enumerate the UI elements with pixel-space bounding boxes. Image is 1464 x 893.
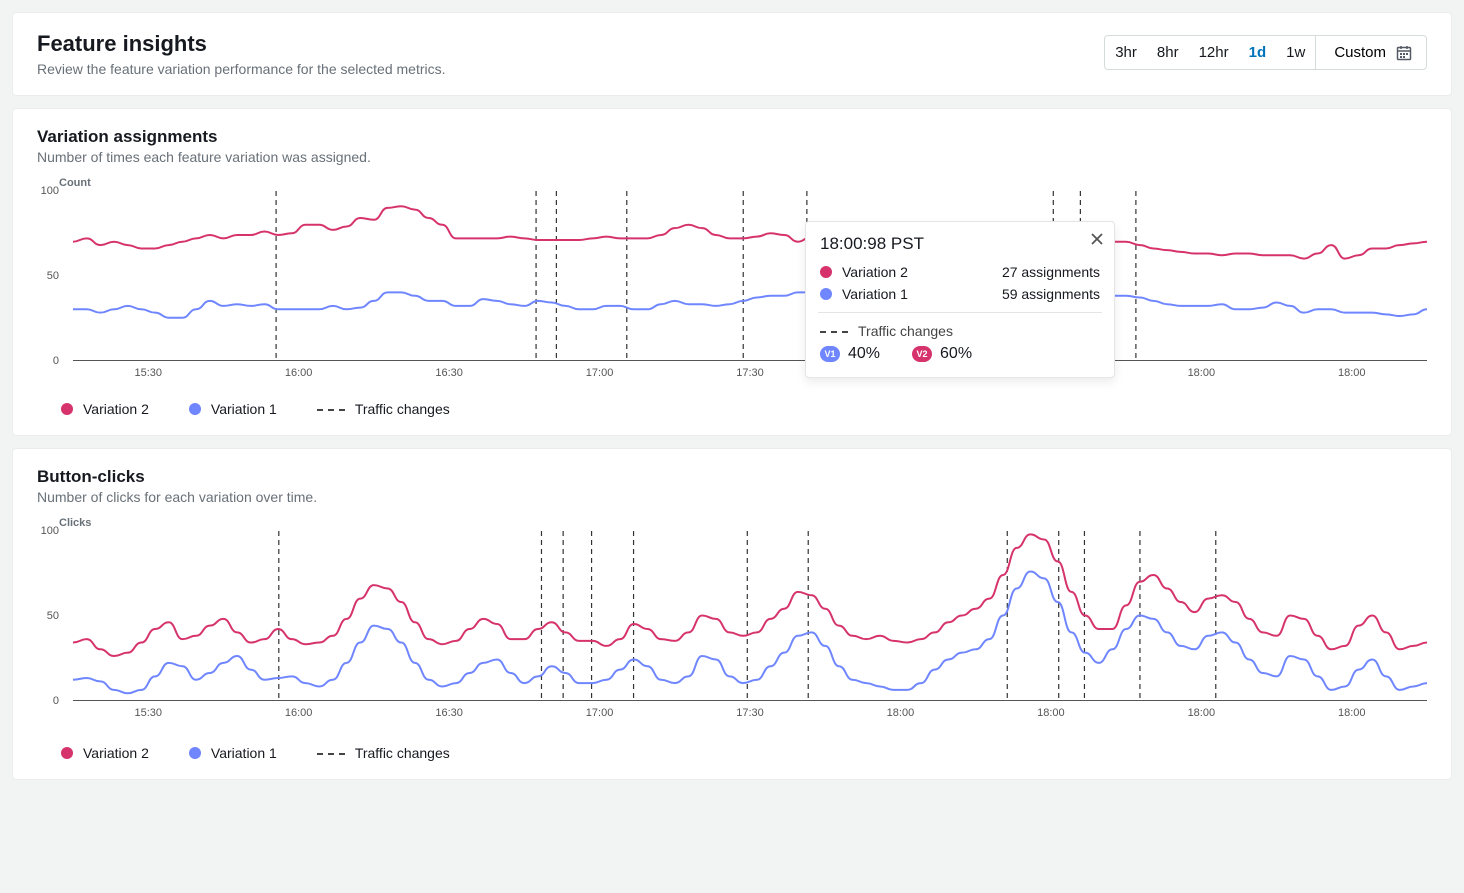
- tooltip-row: Variation 1 59 assignments: [820, 286, 1100, 302]
- range-12hr[interactable]: 12hr: [1189, 36, 1239, 69]
- x-tick: 17:00: [586, 707, 614, 719]
- dash-icon: [317, 746, 345, 760]
- dot-icon: [61, 403, 73, 415]
- x-tick: 18:00: [887, 707, 915, 719]
- tooltip-row: Variation 2 27 assignments: [820, 264, 1100, 280]
- chart-legend: Variation 2 Variation 1 Traffic changes: [13, 735, 1451, 779]
- x-tick: 18:00: [1037, 707, 1065, 719]
- legend-item: Variation 1: [189, 745, 277, 761]
- tooltip-traffic-values: V140% V260%: [820, 345, 1100, 363]
- x-axis: 15:3016:0016:3017:0017:3018:0018:0018:00…: [73, 363, 1427, 383]
- x-tick: 17:30: [736, 707, 764, 719]
- x-tick: 16:30: [435, 707, 463, 719]
- chart-subtitle: Number of times each feature variation w…: [37, 149, 1427, 165]
- range-8hr[interactable]: 8hr: [1147, 36, 1189, 69]
- x-tick: 17:30: [736, 367, 764, 379]
- y-axis: 050100: [37, 191, 59, 361]
- legend-item: Variation 1: [189, 401, 277, 417]
- x-tick: 17:00: [586, 367, 614, 379]
- page-subtitle: Review the feature variation performance…: [37, 61, 446, 77]
- plot-surface: [73, 531, 1427, 701]
- dot-icon: [61, 747, 73, 759]
- x-tick: 18:00: [1338, 367, 1366, 379]
- x-axis: 15:30 16:00 16:30 17:00 17:30 18:00 18:00 18:00…: [73, 703, 1427, 723]
- range-1w[interactable]: 1w: [1276, 36, 1315, 69]
- dash-icon: [820, 324, 848, 338]
- x-tick: 16:30: [435, 367, 463, 379]
- dash-icon: [317, 402, 345, 416]
- y-tick: 100: [41, 525, 59, 537]
- y-tick: 100: [41, 185, 59, 197]
- x-tick: 15:30: [134, 367, 162, 379]
- tooltip-value: 59 assignments: [1002, 286, 1100, 302]
- chart-area-assignments[interactable]: 050100 15:3016:0016:3017:0017:3018:0018:…: [61, 191, 1427, 387]
- chart-title: Button-clicks: [37, 467, 1427, 487]
- x-tick: 16:00: [285, 707, 313, 719]
- dot-icon: [189, 403, 201, 415]
- time-range-selector: 3hr 8hr 12hr 1d 1w Custom: [1104, 35, 1427, 70]
- range-3hr[interactable]: 3hr: [1105, 36, 1147, 69]
- x-tick: 15:30: [134, 707, 162, 719]
- page-title: Feature insights: [37, 31, 446, 57]
- x-tick: 16:00: [285, 367, 313, 379]
- x-tick: 18:00: [1188, 707, 1216, 719]
- tooltip-label: Variation 1: [842, 286, 908, 302]
- chart-legend: Variation 2 Variation 1 Traffic changes: [13, 391, 1451, 435]
- dot-icon: [820, 288, 832, 300]
- chart-panel-assignments: Variation assignments Number of times ea…: [12, 108, 1452, 436]
- chart-panel-clicks: Button-clicks Number of clicks for each …: [12, 448, 1452, 780]
- tooltip-divider: [818, 312, 1102, 313]
- dot-icon: [189, 747, 201, 759]
- y-tick: 50: [47, 270, 59, 282]
- chart-subtitle: Number of clicks for each variation over…: [37, 489, 1427, 505]
- x-tick: 18:00: [1188, 367, 1216, 379]
- legend-item: Traffic changes: [317, 401, 450, 417]
- tooltip-label: Variation 2: [842, 264, 908, 280]
- y-tick: 0: [53, 695, 59, 707]
- pill-v1: V1: [820, 346, 840, 362]
- x-tick: 18:00: [1338, 707, 1366, 719]
- legend-item: Variation 2: [61, 745, 149, 761]
- legend-item: Variation 2: [61, 401, 149, 417]
- y-tick: 50: [47, 610, 59, 622]
- y-tick: 0: [53, 355, 59, 367]
- dot-icon: [820, 266, 832, 278]
- calendar-icon: [1396, 45, 1412, 61]
- tooltip-time: 18:00:98 PST: [820, 234, 1100, 254]
- custom-label: Custom: [1334, 44, 1386, 61]
- pill-v2: V2: [912, 346, 932, 362]
- chart-tooltip: 18:00:98 PST Variation 2 27 assignments …: [805, 221, 1115, 378]
- tooltip-traffic-label: Traffic changes: [820, 323, 1100, 339]
- y-axis-label: Clicks: [59, 517, 1427, 529]
- legend-item: Traffic changes: [317, 745, 450, 761]
- header-panel: Feature insights Review the feature vari…: [12, 12, 1452, 96]
- y-axis-label: Count: [59, 177, 1427, 189]
- range-1d[interactable]: 1d: [1239, 36, 1277, 69]
- range-custom-button[interactable]: Custom: [1316, 36, 1426, 69]
- chart-title: Variation assignments: [37, 127, 1427, 147]
- close-icon[interactable]: [1090, 232, 1104, 251]
- tooltip-value: 27 assignments: [1002, 264, 1100, 280]
- header-text-block: Feature insights Review the feature vari…: [37, 31, 446, 77]
- chart-area-clicks[interactable]: 050100 15:3016:0016:3017:0017:3018:0018:…: [61, 531, 1427, 731]
- plot-surface: [73, 191, 1427, 361]
- y-axis: 050100: [37, 531, 59, 701]
